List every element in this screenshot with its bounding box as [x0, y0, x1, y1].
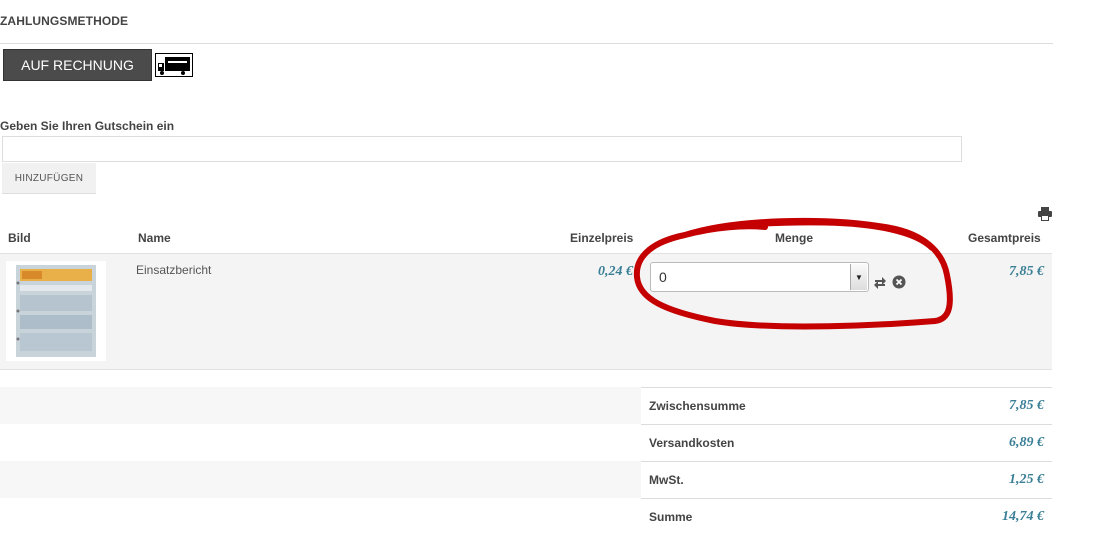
- tax-label: MwSt.: [649, 473, 684, 487]
- subtotal-row: Zwischensumme 7,85 €: [641, 387, 1052, 424]
- unit-price: 0,24 €: [598, 264, 633, 279]
- coupon-label: Geben Sie Ihren Gutschein ein: [0, 119, 175, 133]
- quantity-select[interactable]: 0 ▼: [650, 262, 869, 292]
- add-coupon-button[interactable]: HINZUFÜGEN: [2, 163, 96, 194]
- subtotal-label: Zwischensumme: [649, 399, 746, 413]
- quantity-value: 0: [659, 269, 667, 285]
- total-label: Summe: [649, 510, 693, 524]
- shipping-label: Versandkosten: [649, 436, 735, 450]
- chevron-down-icon[interactable]: ▼: [850, 264, 867, 290]
- tax-value: 1,25 €: [1009, 472, 1044, 487]
- product-name[interactable]: Einsatzbericht: [136, 263, 211, 277]
- total-price: 7,85 €: [1009, 264, 1044, 279]
- header-unit-price: Einzelpreis: [570, 231, 634, 245]
- payment-method-button[interactable]: AUF RECHNUNG: [3, 49, 152, 81]
- product-thumbnail[interactable]: [6, 261, 106, 361]
- shipping-row: Versandkosten 6,89 €: [641, 424, 1052, 461]
- stripe: [0, 387, 641, 424]
- coupon-input[interactable]: [2, 136, 962, 162]
- header-quantity: Menge: [775, 231, 814, 245]
- subtotal-value: 7,85 €: [1009, 398, 1044, 413]
- stripe: [0, 461, 641, 498]
- header-total: Gesamtpreis: [968, 231, 1041, 245]
- tax-row: MwSt. 1,25 €: [641, 461, 1052, 498]
- refresh-icon[interactable]: [873, 275, 887, 289]
- divider: [0, 43, 1053, 44]
- total-row: Summe 14,74 €: [641, 498, 1052, 535]
- total-value: 14,74 €: [1002, 509, 1044, 524]
- header-name: Name: [138, 231, 171, 245]
- header-image: Bild: [8, 231, 31, 245]
- remove-icon[interactable]: [892, 275, 906, 289]
- shipping-value: 6,89 €: [1009, 435, 1044, 450]
- truck-icon: [155, 53, 193, 77]
- payment-section-title: ZAHLUNGSMETHODE: [0, 14, 129, 28]
- print-icon[interactable]: [1038, 207, 1052, 221]
